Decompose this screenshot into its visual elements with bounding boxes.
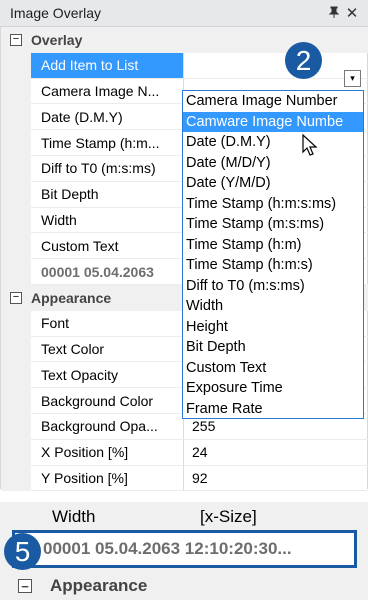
dropdown-option[interactable]: Camera Image Number bbox=[183, 91, 363, 112]
collapse-icon[interactable]: − bbox=[10, 33, 22, 46]
property-name: Text Color bbox=[31, 337, 183, 363]
dropdown-arrow-button[interactable]: ▾ bbox=[344, 70, 361, 87]
dropdown-option[interactable]: Time Stamp (h:m) bbox=[183, 235, 363, 256]
mouse-cursor-icon bbox=[302, 134, 318, 156]
row-gutter bbox=[1, 104, 31, 131]
zoom-appearance-label: Appearance bbox=[50, 576, 148, 595]
dropdown-option[interactable]: Bit Depth bbox=[183, 337, 363, 358]
dropdown-option[interactable]: Exposure Time bbox=[183, 378, 363, 399]
row-gutter bbox=[1, 388, 31, 414]
property-name: Background Opa... bbox=[31, 414, 183, 440]
dropdown-option[interactable]: Time Stamp (h:m:s:ms) bbox=[183, 194, 363, 215]
property-name: Custom Text bbox=[31, 233, 183, 260]
row-gutter bbox=[1, 130, 31, 156]
zoom-appearance-category: − Appearance bbox=[0, 572, 368, 600]
property-name: 00001 05.04.2063 bbox=[31, 259, 183, 285]
category-label: Overlay bbox=[31, 31, 83, 48]
collapse-icon[interactable]: − bbox=[18, 579, 32, 593]
dropdown-option[interactable]: Height bbox=[183, 317, 363, 338]
row-gutter bbox=[1, 233, 31, 260]
row-gutter: − bbox=[1, 285, 31, 311]
pin-icon[interactable] bbox=[326, 6, 342, 21]
property-value[interactable]: 24 bbox=[183, 439, 368, 466]
dropdown-option[interactable]: Date (D.M.Y) bbox=[183, 132, 363, 153]
dropdown-option[interactable]: Time Stamp (h:m:s) bbox=[183, 255, 363, 276]
row-gutter: − bbox=[1, 27, 31, 53]
row-gutter bbox=[1, 336, 31, 363]
zoom-width-value: [x-Size] bbox=[200, 507, 257, 526]
property-name: Date (D.M.Y) bbox=[31, 104, 183, 131]
property-name: Time Stamp (h:m... bbox=[31, 130, 183, 156]
step-badge-5: 5 bbox=[4, 533, 41, 570]
property-name: Add Item to List bbox=[31, 52, 183, 79]
dropdown-option[interactable]: Date (Y/M/D) bbox=[183, 173, 363, 194]
row-gutter bbox=[1, 439, 31, 466]
zoom-width-row: Width [x-Size] bbox=[0, 506, 368, 528]
collapse-icon[interactable]: − bbox=[10, 291, 22, 304]
property-name: Diff to T0 (m:s:ms) bbox=[31, 156, 183, 182]
property-name: Y Position [%] bbox=[31, 466, 183, 492]
property-value[interactable]: 92 bbox=[183, 465, 368, 492]
step-badge-2: 2 bbox=[285, 42, 322, 79]
row-gutter bbox=[1, 78, 31, 105]
property-name: Text Opacity bbox=[31, 362, 183, 389]
row-gutter bbox=[1, 414, 31, 440]
property-value[interactable] bbox=[183, 52, 368, 79]
dropdown-option[interactable]: Custom Text bbox=[183, 358, 363, 379]
zoom-width-label: Width bbox=[52, 507, 96, 526]
dropdown-option[interactable]: Diff to T0 (m:s:ms) bbox=[183, 276, 363, 297]
dropdown-option[interactable]: Frame Rate bbox=[183, 399, 363, 420]
category-label: Appearance bbox=[31, 289, 112, 306]
row-gutter bbox=[1, 362, 31, 389]
overlay-text-preview: 00001 05.04.2063 12:10:20:30... bbox=[43, 539, 292, 558]
property-row[interactable]: X Position [%] 24 bbox=[1, 439, 368, 466]
close-icon[interactable]: ✕ bbox=[342, 4, 362, 22]
dropdown-option[interactable]: Time Stamp (m:s:ms) bbox=[183, 214, 363, 235]
dropdown-option[interactable]: Date (M/D/Y) bbox=[183, 153, 363, 174]
highlighted-overlay-text-row: 00001 05.04.2063 12:10:20:30... bbox=[12, 530, 357, 568]
property-name: Width bbox=[31, 208, 183, 234]
property-name: Camera Image N... bbox=[31, 79, 183, 105]
row-gutter bbox=[1, 259, 31, 285]
row-gutter bbox=[1, 181, 31, 208]
property-name: X Position [%] bbox=[31, 440, 183, 466]
panel-title: Image Overlay bbox=[10, 5, 102, 21]
dropdown-option[interactable]: Camware Image Numbe bbox=[183, 111, 363, 132]
add-item-dropdown-list: Camera Image Number Camware Image Numbe Da… bbox=[182, 90, 364, 419]
property-name: Bit Depth bbox=[31, 182, 183, 208]
property-row[interactable]: Y Position [%] 92 bbox=[1, 465, 368, 492]
row-gutter bbox=[1, 310, 31, 337]
panel-title-bar: Image Overlay ✕ bbox=[0, 0, 368, 27]
row-gutter bbox=[1, 207, 31, 234]
row-gutter bbox=[1, 156, 31, 182]
property-name: Font bbox=[31, 311, 183, 337]
dropdown-option[interactable]: Width bbox=[183, 296, 363, 317]
row-gutter bbox=[1, 465, 31, 492]
property-name: Background Color bbox=[31, 388, 183, 414]
row-gutter bbox=[1, 52, 31, 79]
